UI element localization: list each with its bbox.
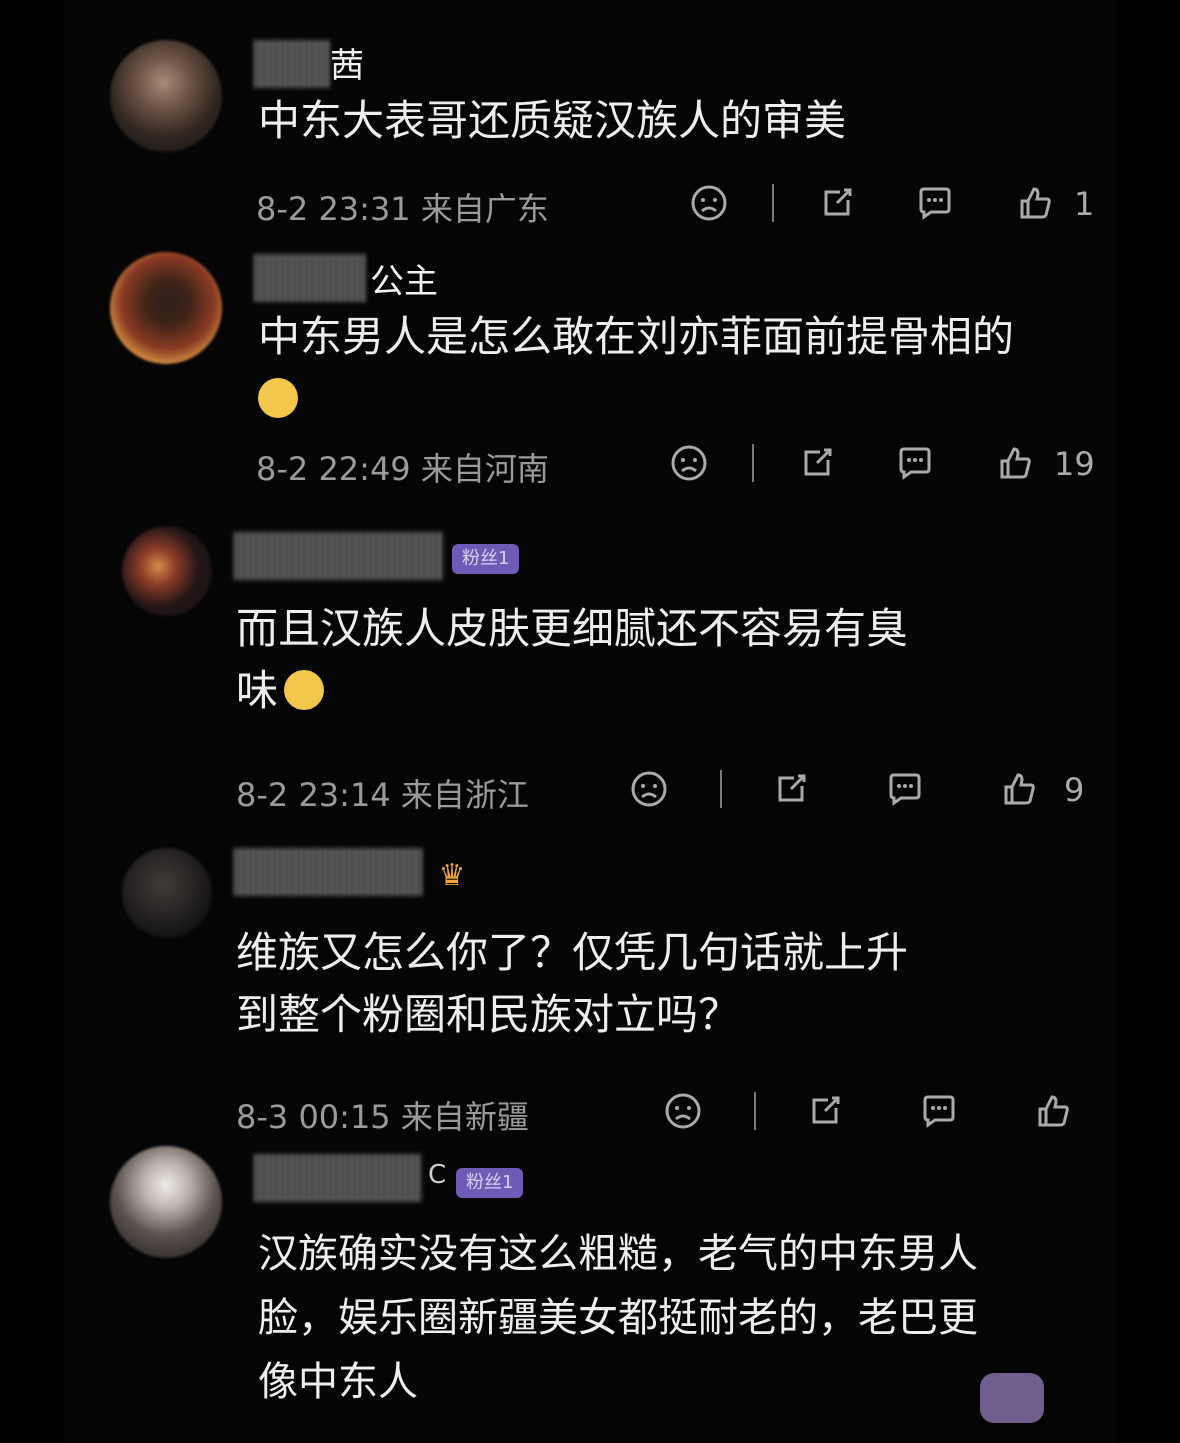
like-icon[interactable] xyxy=(998,768,1040,810)
like-icon[interactable] xyxy=(1014,182,1056,224)
avatar[interactable] xyxy=(122,526,212,616)
username-blur xyxy=(254,1154,422,1202)
dislike-face-icon[interactable] xyxy=(688,182,730,224)
comment-text: 中东大表哥还质疑汉族人的审美 xyxy=(258,96,847,145)
share-icon[interactable] xyxy=(796,442,838,484)
comment-item: 公主 中东男人是怎么敢在刘亦菲面前提骨相的 8-2 22:49 来自河南 19 xyxy=(64,246,1116,496)
comment-text: 汉族确实没有这么粗糙，老气的中东男人 脸，娱乐圈新疆美女都挺耐老的，老巴更 像中… xyxy=(258,1231,978,1405)
share-icon[interactable] xyxy=(770,768,812,810)
avatar[interactable] xyxy=(122,848,212,938)
like-count: 19 xyxy=(1054,445,1095,483)
username-blur xyxy=(254,254,366,302)
avatar[interactable] xyxy=(110,40,222,152)
dislike-face-icon[interactable] xyxy=(668,442,710,484)
comment-actions: 1 xyxy=(688,182,1118,226)
username-blur xyxy=(234,848,422,896)
like-icon[interactable] xyxy=(1032,1090,1074,1132)
action-separator xyxy=(772,184,774,222)
comment-text: 而且汉族人皮肤更细腻还不容易有臭 味 xyxy=(236,598,908,722)
username-blur xyxy=(254,40,330,88)
comment-item: ♛ 维族又怎么你了？仅凭几句话就上升 到整个粉圈和民族对立吗？ 8-3 00:1… xyxy=(64,842,1116,1142)
dislike-face-icon[interactable] xyxy=(662,1090,704,1132)
like-icon[interactable] xyxy=(994,442,1036,484)
comment-meta: 8-2 23:14 来自浙江 xyxy=(236,776,529,814)
avatar[interactable] xyxy=(110,252,222,364)
comment-actions: 19 xyxy=(668,442,1118,486)
comment-text: 维族又怎么你了？仅凭几句话就上升 到整个粉圈和民族对立吗？ xyxy=(236,928,909,1039)
username-blur xyxy=(234,532,444,580)
username-suffix: C xyxy=(428,1160,447,1190)
comment-item: 茜 中东大表哥还质疑汉族人的审美 8-2 23:31 来自广东 1 xyxy=(64,34,1116,234)
username-suffix: 茜 xyxy=(330,46,364,86)
grin-emoji-icon xyxy=(284,669,325,710)
comment-meta: 8-2 23:31 来自广东 xyxy=(256,190,549,228)
comment-meta: 8-2 22:49 来自河南 xyxy=(256,450,549,488)
comment-item: 粉丝1 而且汉族人皮肤更细腻还不容易有臭 味 8-2 23:14 来自浙江 9 xyxy=(64,520,1116,840)
comment-actions: 9 xyxy=(628,768,1108,812)
comment-feed: 茜 中东大表哥还质疑汉族人的审美 8-2 23:31 来自广东 1 公主 中东男… xyxy=(64,0,1116,1443)
comment-actions xyxy=(662,1090,1102,1134)
username-suffix: 公主 xyxy=(370,262,438,302)
action-separator xyxy=(754,1092,756,1130)
reply-icon[interactable] xyxy=(918,1090,960,1132)
emoji-icon xyxy=(258,368,1014,430)
comment-meta: 8-3 00:15 来自新疆 xyxy=(236,1098,529,1136)
reply-icon[interactable] xyxy=(884,768,926,810)
like-count: 1 xyxy=(1074,185,1095,223)
action-separator xyxy=(752,444,754,482)
dislike-face-icon[interactable] xyxy=(628,768,670,810)
crown-badge-icon: ♛ xyxy=(438,858,466,893)
reply-icon[interactable] xyxy=(914,182,956,224)
comment-text: 中东男人是怎么敢在刘亦菲面前提骨相的 xyxy=(258,306,1014,430)
comment-item: C 粉丝1 汉族确实没有这么粗糙，老气的中东男人 脸，娱乐圈新疆美女都挺耐老的，… xyxy=(64,1140,1116,1443)
comment-text-line-2: 味 xyxy=(236,660,908,722)
action-separator xyxy=(720,770,722,808)
share-icon[interactable] xyxy=(804,1090,846,1132)
fan-level-badge: 粉丝1 xyxy=(452,544,520,574)
sticker-decoration xyxy=(980,1373,1044,1423)
share-icon[interactable] xyxy=(816,182,858,224)
avatar[interactable] xyxy=(110,1146,222,1258)
like-count: 9 xyxy=(1064,771,1085,809)
fan-level-badge: 粉丝1 xyxy=(456,1168,524,1198)
reply-icon[interactable] xyxy=(894,442,936,484)
